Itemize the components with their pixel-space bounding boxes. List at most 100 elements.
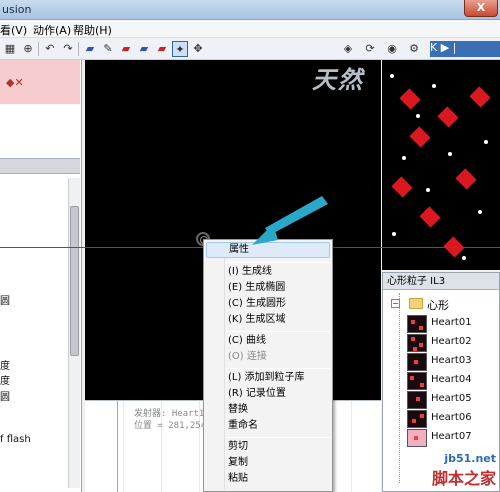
list-item[interactable]: Heart01 (407, 315, 499, 333)
watermark-name: 脚本之家 (431, 469, 496, 488)
selected-emitter-box[interactable]: ◆✕ (0, 60, 80, 104)
particle-name: Heart07 (431, 431, 472, 442)
tree-guide-line (399, 293, 400, 483)
particle-name: Heart02 (431, 336, 472, 347)
folder-icon (409, 298, 423, 309)
list-item[interactable]: Heart06 (407, 410, 499, 428)
heart-particle (437, 106, 459, 128)
particle-thumbnail (407, 372, 427, 390)
left-panel-header (0, 158, 80, 174)
menu-help[interactable]: 帮助(H) (73, 22, 112, 38)
flag-blue-icon[interactable]: ▰ (82, 41, 98, 57)
folder-label[interactable]: 心形 (427, 297, 449, 313)
collapse-toggle[interactable]: − (391, 299, 400, 308)
pencil-icon[interactable]: ✎ (100, 41, 116, 57)
particle-name: Heart06 (431, 412, 472, 423)
particle-library-header: 心形粒子 IL3 (383, 273, 499, 290)
list-item[interactable]: Heart07 (407, 429, 499, 447)
menu-action[interactable]: 动作(A) (33, 22, 71, 38)
menu-item-rename[interactable]: 重命名 (204, 418, 332, 434)
menu-item-cut[interactable]: 剪切 (204, 439, 332, 455)
particle-name: Heart03 (431, 355, 472, 366)
particle-name: Heart01 (431, 317, 472, 328)
play-start-icon[interactable]: ◈ (340, 41, 356, 57)
heart-particle (455, 168, 477, 190)
heart-particle (391, 176, 413, 198)
emitter-position-info: 位置 = 281,254 (134, 421, 207, 431)
move-tool-icon[interactable]: ✥ (190, 41, 206, 57)
undo-icon[interactable]: ↶ (42, 41, 58, 57)
timeline-marker (117, 401, 118, 492)
left-label: 度 (0, 376, 10, 387)
flag-red-icon[interactable]: ▰ (118, 41, 134, 57)
heart-particle (469, 86, 491, 108)
left-label: 圆 (0, 296, 10, 307)
left-label: f flash (0, 434, 31, 445)
title-bar: usion X (0, 0, 500, 20)
left-scrollbar[interactable] (68, 178, 80, 488)
sparkle (478, 210, 482, 214)
sparkle (448, 152, 452, 156)
list-item[interactable]: Heart04 (407, 372, 499, 390)
particle-thumbnail (407, 315, 427, 333)
reset-icon[interactable]: ⟳ (362, 41, 378, 57)
menu-item-generate-circle[interactable]: (C) 生成圆形 (204, 296, 332, 312)
particle-thumbnail (407, 334, 427, 352)
toolbar-separator (38, 42, 39, 56)
playback-label: K ▶ | (430, 41, 457, 54)
menu-item-record-position[interactable]: (R) 记录位置 (204, 386, 332, 402)
menu-item-paste[interactable]: 粘贴 (204, 471, 332, 487)
close-button[interactable]: X (464, 0, 498, 17)
zoom-icon[interactable]: ⊕ (20, 41, 36, 57)
heart-particle (399, 88, 421, 110)
left-label: 圆 (0, 392, 10, 403)
particle-thumbnail (407, 429, 427, 447)
menu-item-copy[interactable]: 复制 (204, 455, 332, 471)
menu-view[interactable]: 看(V) (0, 22, 27, 38)
sparkle (402, 156, 406, 160)
menu-item-add-to-library[interactable]: (L) 添加到粒子库 (204, 370, 332, 386)
menu-separator (226, 262, 330, 263)
particle-name: Heart05 (431, 393, 472, 404)
emitter-tool-icon[interactable]: ✦ (172, 41, 188, 57)
particle-thumbnail (407, 391, 427, 409)
menu-item-generate-ellipse[interactable]: (E) 生成椭圆 (204, 280, 332, 296)
watermark-site: jb51.net (444, 452, 496, 465)
sparkle (484, 140, 488, 144)
toolbar: ▦ ⊕ ↶ ↷ ▰ ✎ ▰ ▰ ▰ ✦ ✥ ◈ ⟳ ◉ ⚙ (0, 38, 500, 60)
heart-particle (419, 206, 441, 228)
left-label: 度 (0, 361, 10, 372)
particle-name: Heart04 (431, 374, 472, 385)
heart-particle (409, 126, 431, 148)
menu-separator (226, 368, 330, 369)
menu-item-properties[interactable]: 属性 (206, 242, 330, 258)
toolbar-separator (78, 42, 79, 56)
playback-controls[interactable]: K ▶ | (430, 41, 500, 57)
sparkle (462, 256, 466, 260)
scrollbar-thumb[interactable] (70, 206, 79, 356)
menu-item-generate-line[interactable]: (I) 生成线 (204, 264, 332, 280)
emitter-icon: ◆✕ (6, 76, 24, 89)
settings-icon[interactable]: ⚙ (406, 41, 422, 57)
menu-separator (226, 331, 330, 332)
menu-separator (226, 437, 330, 438)
sparkle (426, 188, 430, 192)
menu-item-generate-area[interactable]: (K) 生成区域 (204, 312, 332, 328)
redo-icon[interactable]: ↷ (60, 41, 76, 57)
sparkle (392, 232, 396, 236)
sparkle (432, 84, 436, 88)
menu-item-replace[interactable]: 替换 (204, 402, 332, 418)
list-item[interactable]: Heart05 (407, 391, 499, 409)
timeline-gridline (351, 401, 352, 492)
menu-item-curve[interactable]: (C) 曲线 (204, 333, 332, 349)
list-item[interactable]: Heart02 (407, 334, 499, 352)
layer-icon[interactable]: ▰ (136, 41, 152, 57)
sparkle (416, 114, 420, 118)
layer-red-icon[interactable]: ▰ (154, 41, 170, 57)
preview-window (382, 60, 500, 270)
list-item[interactable]: Heart03 (407, 353, 499, 371)
menu-item-connect: (O) 连接 (228, 351, 267, 362)
grid-icon[interactable]: ▦ (2, 41, 18, 57)
context-menu: 属性 (I) 生成线 (E) 生成椭圆 (C) 生成圆形 (K) 生成区域 (C… (203, 239, 333, 492)
eye-icon[interactable]: ◉ (384, 41, 400, 57)
